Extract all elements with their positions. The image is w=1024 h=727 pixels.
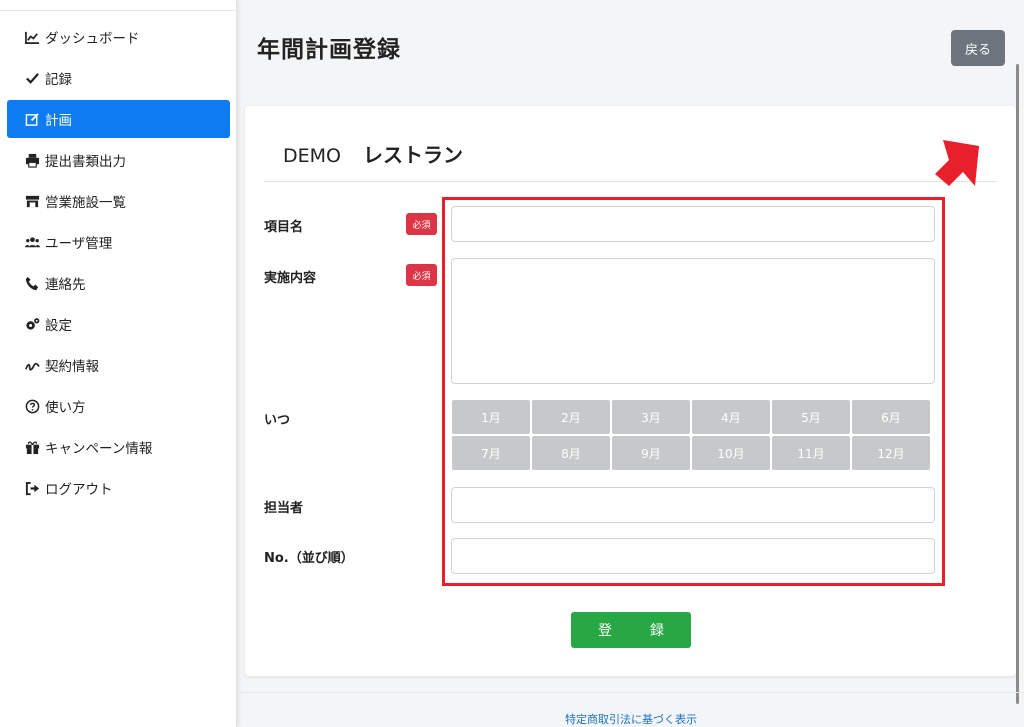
print-icon: [23, 152, 41, 168]
sidebar-divider: [0, 10, 237, 11]
sidebar-item-label: 計画: [45, 113, 72, 129]
sidebar: ダッシュボード 記録 計画 提出書類出力 営業施設一覧 ユーザ管理 連絡先 設定…: [0, 0, 237, 727]
sidebar-item-contract[interactable]: 契約情報: [7, 346, 230, 384]
sidebar-item-campaign[interactable]: キャンペーン情報: [7, 428, 230, 466]
highlight-frame: [442, 197, 945, 586]
cogs-icon: [23, 316, 41, 332]
sidebar-item-label: ログアウト: [45, 482, 113, 498]
submit-button[interactable]: 登 録: [571, 612, 691, 648]
sidebar-item-label: 営業施設一覧: [45, 195, 126, 211]
sidebar-item-label: 記録: [45, 72, 72, 88]
content-label: 実施内容: [264, 271, 317, 286]
store-icon: [23, 193, 41, 209]
footer-link[interactable]: 特定商取引法に基づく表示: [238, 711, 1024, 727]
person-label: 担当者: [264, 501, 304, 516]
signature-icon: [23, 357, 41, 373]
item-name-label: 項目名: [264, 220, 304, 235]
sidebar-item-label: キャンペーン情報: [45, 441, 153, 457]
sidebar-item-label: ダッシュボード: [45, 31, 140, 47]
sidebar-nav: ダッシュボード 記録 計画 提出書類出力 営業施設一覧 ユーザ管理 連絡先 設定…: [7, 18, 230, 510]
sidebar-item-plan[interactable]: 計画: [7, 100, 230, 138]
sidebar-item-records[interactable]: 記録: [7, 59, 230, 97]
shop-prefix: DEMO: [283, 145, 341, 167]
chart-line-icon: [23, 29, 41, 45]
divider: [264, 181, 997, 182]
sidebar-item-contacts[interactable]: 連絡先: [7, 264, 230, 302]
phone-icon: [23, 275, 41, 291]
required-badge: 必須: [406, 264, 437, 286]
required-badge: 必須: [406, 213, 437, 235]
scrollbar[interactable]: [1016, 64, 1019, 704]
sidebar-item-facilities[interactable]: 営業施設一覧: [7, 182, 230, 220]
edit-icon: [23, 111, 41, 127]
arrow-annotation-icon: [935, 140, 979, 186]
shop-name: レストラン: [362, 143, 463, 167]
users-icon: [23, 234, 41, 250]
sidebar-item-label: 契約情報: [45, 359, 99, 375]
sidebar-item-documents[interactable]: 提出書類出力: [7, 141, 230, 179]
sidebar-item-label: 提出書類出力: [45, 154, 126, 170]
gift-icon: [23, 439, 41, 455]
sidebar-item-dashboard[interactable]: ダッシュボード: [7, 18, 230, 56]
back-button[interactable]: 戻る: [951, 30, 1005, 66]
footer-divider: [238, 692, 1024, 693]
when-label: いつ: [264, 413, 291, 428]
form-card: DEMO レストラン 項目名 必須 実施内容 必須 いつ 1月 2月 3月 4月…: [245, 106, 1016, 676]
sidebar-item-logout[interactable]: ログアウト: [7, 469, 230, 507]
sidebar-item-help[interactable]: 使い方: [7, 387, 230, 425]
sign-out-icon: [23, 480, 41, 496]
sidebar-item-label: 使い方: [45, 400, 86, 416]
sidebar-item-label: 設定: [45, 318, 72, 334]
check-icon: [23, 70, 41, 86]
shop-header: DEMO レストラン: [283, 139, 463, 168]
sidebar-item-label: ユーザ管理: [45, 236, 113, 252]
sidebar-item-label: 連絡先: [45, 277, 86, 293]
order-label: No.（並び順）: [264, 551, 354, 566]
question-circle-icon: [23, 398, 41, 414]
page-title: 年間計画登録: [257, 37, 401, 63]
sidebar-item-settings[interactable]: 設定: [7, 305, 230, 343]
sidebar-item-users[interactable]: ユーザ管理: [7, 223, 230, 261]
